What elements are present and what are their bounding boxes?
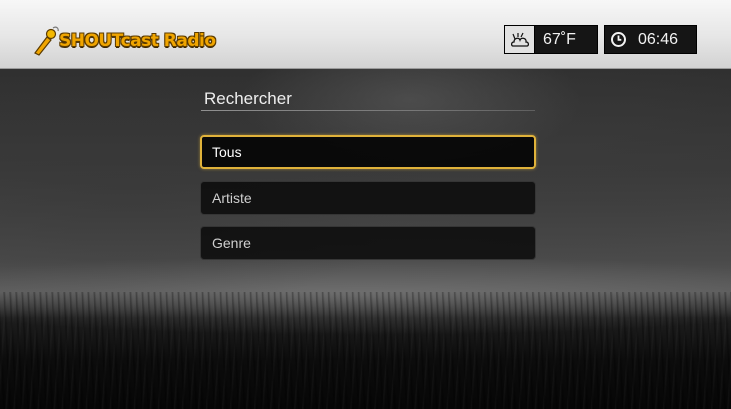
menu-item-all[interactable]: Tous (200, 135, 536, 169)
menu-item-genre[interactable]: Genre (200, 226, 536, 260)
app-logo: SHOUTcast Radio (33, 26, 216, 56)
menu-item-label: Tous (212, 144, 242, 160)
clock-widget: 06:46 (604, 25, 697, 54)
menu-item-artist[interactable]: Artiste (200, 181, 536, 215)
title-divider (201, 110, 535, 111)
clock-icon (605, 26, 632, 53)
menu-item-label: Artiste (212, 190, 252, 206)
temperature-value: 67˚F (543, 30, 576, 48)
menu-item-label: Genre (212, 235, 251, 251)
search-menu-title: Rechercher (204, 89, 292, 108)
clock-time: 06:46 (638, 30, 679, 48)
weather-widget: 67˚F (504, 25, 598, 54)
app-title: SHOUTcast Radio (59, 31, 216, 51)
shoutcast-search-screen: SHOUTcast Radio 67˚F 06:46 Rechercher To… (0, 0, 731, 409)
weather-icon (505, 26, 535, 53)
header-bar: SHOUTcast Radio 67˚F 06:46 (0, 0, 731, 69)
microphone-logo-icon (34, 26, 59, 56)
background-grass (0, 292, 731, 409)
